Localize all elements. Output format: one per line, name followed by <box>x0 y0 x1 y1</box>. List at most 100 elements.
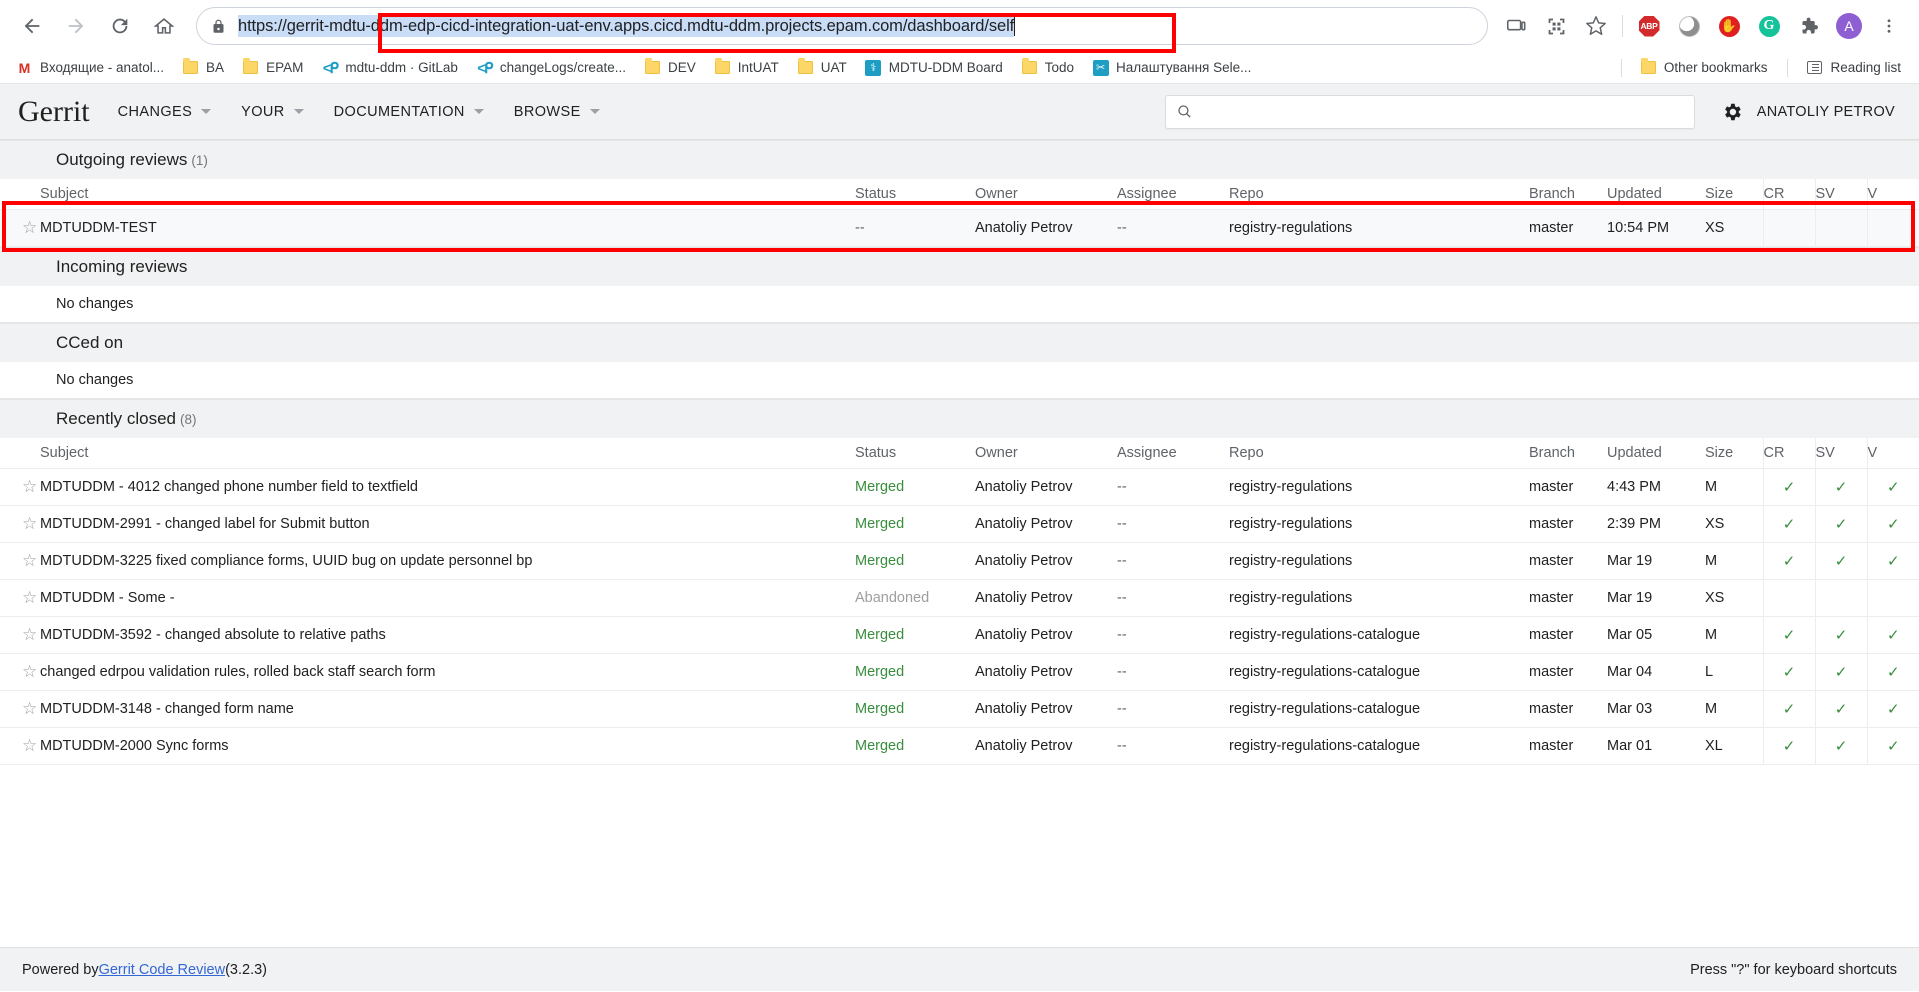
th-status[interactable]: Status <box>855 179 975 210</box>
other-bookmarks-button[interactable]: Other bookmarks <box>1632 56 1776 79</box>
th-cr[interactable]: CR <box>1762 438 1815 469</box>
user-name[interactable]: ANATOLIY PETROV <box>1757 104 1895 120</box>
owner-cell[interactable]: Anatoliy Petrov <box>975 209 1117 247</box>
branch-cell[interactable]: master <box>1529 727 1607 765</box>
repo-cell[interactable]: registry-regulations <box>1229 468 1529 506</box>
bookmark-item[interactable]: <ᑭ mdtu-ddm · GitLab <box>313 56 466 79</box>
subject-cell[interactable]: MDTUDDM - 4012 changed phone number fiel… <box>40 468 855 506</box>
star-icon[interactable]: ☆ <box>22 663 37 680</box>
bookmark-item[interactable]: Todo <box>1013 56 1082 79</box>
repo-cell[interactable]: registry-regulations <box>1229 505 1529 543</box>
star-cell[interactable]: ☆ <box>0 209 40 247</box>
owner-cell[interactable]: Anatoliy Petrov <box>975 542 1117 580</box>
th-updated[interactable]: Updated <box>1607 179 1705 210</box>
url-text[interactable]: https://gerrit-mdtu-ddm-edp-cicd-integra… <box>238 15 1015 37</box>
repo-cell[interactable]: registry-regulations-catalogue <box>1229 727 1529 765</box>
owner-cell[interactable]: Anatoliy Petrov <box>975 653 1117 691</box>
chrome-menu-icon[interactable] <box>1872 9 1906 43</box>
bookmark-item[interactable]: DEV <box>636 56 704 79</box>
th-owner[interactable]: Owner <box>975 179 1117 210</box>
gerrit-code-review-link[interactable]: Gerrit Code Review <box>99 962 226 978</box>
th-repo[interactable]: Repo <box>1229 438 1529 469</box>
bookmark-item[interactable]: BA <box>174 56 232 79</box>
subject-cell[interactable]: MDTUDDM-3148 - changed form name <box>40 690 855 728</box>
bookmark-item[interactable]: EPAM <box>234 56 311 79</box>
branch-cell[interactable]: master <box>1529 505 1607 543</box>
subject-cell[interactable]: MDTUDDM-2991 - changed label for Submit … <box>40 505 855 543</box>
table-row[interactable]: ☆ MDTUDDM-2000 Sync forms Merged Anatoliy P… <box>0 727 1919 765</box>
branch-cell[interactable]: master <box>1529 468 1607 506</box>
th-size[interactable]: Size <box>1705 179 1763 210</box>
repo-cell[interactable]: registry-regulations <box>1229 542 1529 580</box>
subject-cell[interactable]: MDTUDDM-TEST <box>40 209 855 247</box>
subject-cell[interactable]: MDTUDDM - Some - <box>40 579 855 617</box>
bookmark-star-icon[interactable] <box>1579 9 1613 43</box>
home-button[interactable] <box>146 8 182 44</box>
gear-icon[interactable] <box>1721 101 1743 123</box>
branch-cell[interactable]: master <box>1529 690 1607 728</box>
th-subject[interactable]: Subject <box>40 179 855 210</box>
table-row[interactable]: ☆ MDTUDDM-2991 - changed label for Submit… <box>0 505 1919 543</box>
cast-icon[interactable] <box>1499 9 1533 43</box>
qr-code-icon[interactable] <box>1539 9 1573 43</box>
bookmark-item[interactable]: ✂ Налаштування Sele... <box>1084 56 1259 79</box>
bookmark-item[interactable]: IntUAT <box>706 56 787 79</box>
table-row[interactable]: ☆ MDTUDDM-TEST -- Anatoliy Petrov -- reg… <box>0 209 1919 247</box>
th-subject[interactable]: Subject <box>40 438 855 469</box>
nav-browse[interactable]: BROWSE <box>512 98 602 126</box>
th-cr[interactable]: CR <box>1762 179 1815 210</box>
branch-cell[interactable]: master <box>1529 653 1607 691</box>
nav-your[interactable]: YOUR <box>239 98 306 126</box>
table-row[interactable]: ☆ MDTUDDM-3225 fixed compliance forms, UU… <box>0 542 1919 580</box>
th-sv[interactable]: SV <box>1814 438 1867 469</box>
star-icon[interactable]: ☆ <box>22 589 37 606</box>
omnibox-container[interactable]: https://gerrit-mdtu-ddm-edp-cicd-integra… <box>196 7 1488 53</box>
star-icon[interactable]: ☆ <box>22 626 37 643</box>
th-sv[interactable]: SV <box>1814 179 1867 210</box>
star-cell[interactable]: ☆ <box>0 727 40 765</box>
reading-list-button[interactable]: Reading list <box>1798 56 1909 79</box>
grammarly-icon[interactable]: G <box>1752 9 1786 43</box>
lock-icon[interactable] <box>211 18 226 35</box>
owner-cell[interactable]: Anatoliy Petrov <box>975 690 1117 728</box>
th-v[interactable]: V <box>1866 179 1919 210</box>
table-row[interactable]: ☆ MDTUDDM-3592 - changed absolute to rela… <box>0 616 1919 654</box>
th-branch[interactable]: Branch <box>1529 179 1607 210</box>
extensions-puzzle-icon[interactable] <box>1792 9 1826 43</box>
star-icon[interactable]: ☆ <box>22 478 37 495</box>
bookmark-item[interactable]: ⚕ MDTU-DDM Board <box>857 56 1011 79</box>
nav-documentation[interactable]: DOCUMENTATION <box>332 98 486 126</box>
th-repo[interactable]: Repo <box>1229 179 1529 210</box>
th-assignee[interactable]: Assignee <box>1117 438 1229 469</box>
search-input[interactable] <box>1202 102 1684 121</box>
subject-cell[interactable]: changed edrpou validation rules, rolled … <box>40 653 855 691</box>
adblock-plus-icon[interactable]: ABP <box>1632 9 1666 43</box>
star-cell[interactable]: ☆ <box>0 505 40 543</box>
table-row[interactable]: ☆ MDTUDDM-3148 - changed form name Merged A… <box>0 690 1919 728</box>
branch-cell[interactable]: master <box>1529 209 1607 247</box>
profile-avatar[interactable]: A <box>1832 9 1866 43</box>
repo-cell[interactable]: registry-regulations-catalogue <box>1229 653 1529 691</box>
th-size[interactable]: Size <box>1705 438 1763 469</box>
bookmark-item[interactable]: <ᑭ changeLogs/create... <box>468 56 634 79</box>
forward-button[interactable] <box>58 8 94 44</box>
branch-cell[interactable]: master <box>1529 579 1607 617</box>
table-row[interactable]: ☆ MDTUDDM - Some - Abandoned Anatoliy Petro… <box>0 579 1919 617</box>
owner-cell[interactable]: Anatoliy Petrov <box>975 616 1117 654</box>
nav-changes[interactable]: CHANGES <box>116 98 214 126</box>
address-bar[interactable]: https://gerrit-mdtu-ddm-edp-cicd-integra… <box>196 7 1488 45</box>
owner-cell[interactable]: Anatoliy Petrov <box>975 579 1117 617</box>
owner-cell[interactable]: Anatoliy Petrov <box>975 727 1117 765</box>
owner-cell[interactable]: Anatoliy Petrov <box>975 468 1117 506</box>
star-icon[interactable]: ☆ <box>22 700 37 717</box>
star-cell[interactable]: ☆ <box>0 468 40 506</box>
subject-cell[interactable]: MDTUDDM-2000 Sync forms <box>40 727 855 765</box>
bookmark-item[interactable]: UAT <box>789 56 855 79</box>
subject-cell[interactable]: MDTUDDM-3225 fixed compliance forms, UUI… <box>40 542 855 580</box>
branch-cell[interactable]: master <box>1529 542 1607 580</box>
repo-cell[interactable]: registry-regulations <box>1229 209 1529 247</box>
table-row[interactable]: ☆ changed edrpou validation rules, rolled… <box>0 653 1919 691</box>
repo-cell[interactable]: registry-regulations-catalogue <box>1229 616 1529 654</box>
gerrit-logo[interactable]: Gerrit <box>18 95 90 129</box>
star-icon[interactable]: ☆ <box>22 219 37 236</box>
